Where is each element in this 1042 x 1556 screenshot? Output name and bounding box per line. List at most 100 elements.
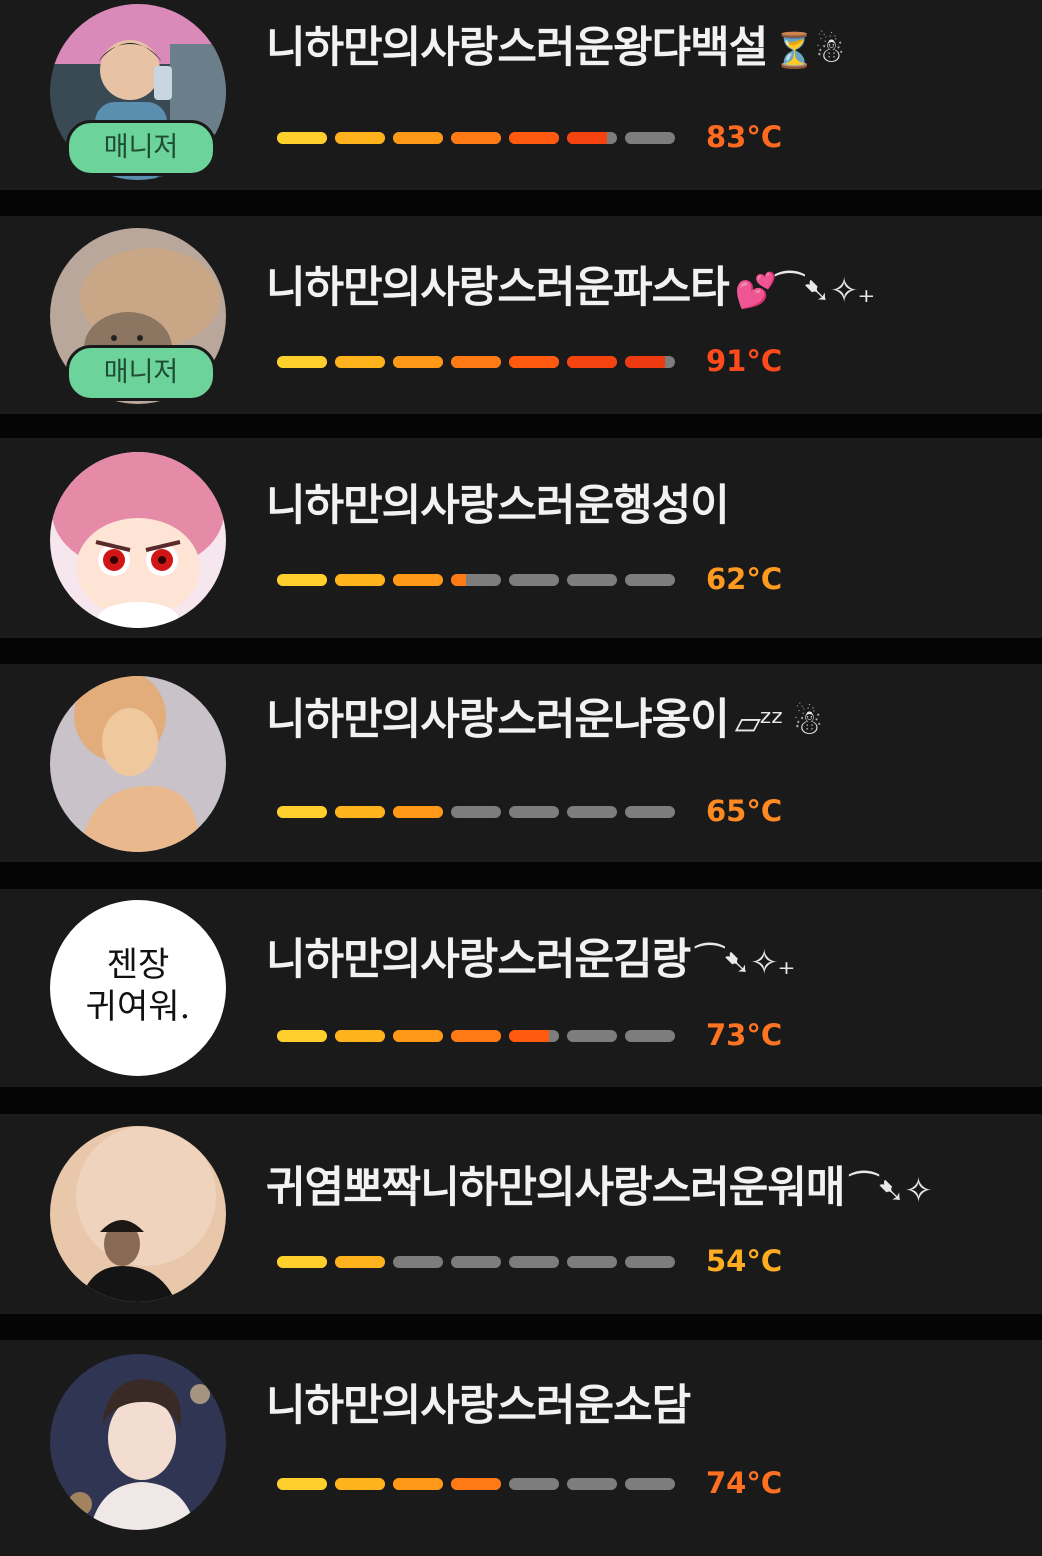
temperature-bar-segment <box>451 132 501 144</box>
temperature-bar-segment <box>277 1478 327 1490</box>
temperature-bar-segment <box>393 132 443 144</box>
temperature-bar-fill <box>277 574 327 586</box>
name-decoration: ⁀➷✧₊ <box>696 943 795 983</box>
avatar-image <box>50 452 226 628</box>
temperature-bar-segment <box>393 574 443 586</box>
temperature-bar-segment <box>509 574 559 586</box>
member-name-text: 니하만의사랑스러운왕댜백설 <box>266 23 768 73</box>
temperature-bar <box>277 806 677 818</box>
temperature-bar-fill <box>509 132 559 144</box>
member-name-text: 니하만의사랑스러운냐옹이 <box>266 695 730 745</box>
temperature-bar-fill <box>567 356 617 368</box>
avatar[interactable]: 젠장 귀여워. <box>50 900 226 1076</box>
name-decoration: ⏳☃ <box>773 31 845 71</box>
member-name[interactable]: 니하만의사랑스러운행성이 <box>266 476 730 536</box>
temperature-value: 62°C <box>706 562 783 596</box>
temperature-bar-segment <box>509 1478 559 1490</box>
temperature-bar-fill <box>393 1478 443 1490</box>
temperature-value: 74°C <box>706 1466 783 1500</box>
temperature-bar-fill <box>393 574 443 586</box>
avatar[interactable] <box>50 676 226 852</box>
temperature-bar-segment <box>625 356 675 368</box>
temperature-bar-segment <box>393 1478 443 1490</box>
temperature-bar-segment <box>393 1256 443 1268</box>
temperature-bar-fill <box>451 574 466 586</box>
temperature-bar-fill <box>277 356 327 368</box>
temperature-value: 73°C <box>706 1018 783 1052</box>
temperature-bar-fill <box>451 132 501 144</box>
member-name[interactable]: 니하만의사랑스러운파스타 💕⁀➷✧₊ <box>266 258 876 318</box>
temperature-bar-segment <box>277 574 327 586</box>
temperature-bar-fill <box>567 132 607 144</box>
member-list: 매니저 니하만의사랑스러운왕댜백설 ⏳☃ 83°C 매니저 니하만의사랑스러운파스타 💕⁀… <box>0 0 1042 1556</box>
temperature-bar-fill <box>393 1030 443 1042</box>
temperature-bar-fill <box>393 356 443 368</box>
temperature-bar <box>277 1256 677 1268</box>
temperature-value: 83°C <box>706 120 783 154</box>
temperature-bar-fill <box>335 574 385 586</box>
temperature-bar-segment <box>567 1478 617 1490</box>
temperature-bar-segment <box>277 1256 327 1268</box>
svg-text:귀여워.: 귀여워. <box>86 987 191 1027</box>
temperature-bar-fill <box>277 1478 327 1490</box>
temperature-bar-segment <box>451 1030 501 1042</box>
member-name[interactable]: 니하만의사랑스러운소담 <box>266 1376 691 1436</box>
member-name-text: 귀염뽀짝니하만의사랑스러운워매 <box>266 1163 845 1213</box>
temperature-bar-segment <box>277 356 327 368</box>
avatar[interactable] <box>50 452 226 628</box>
svg-text:젠장: 젠장 <box>107 945 170 985</box>
member-name-text: 니하만의사랑스러운행성이 <box>266 481 730 531</box>
avatar[interactable] <box>50 1126 226 1302</box>
temperature-bar-segment <box>335 806 385 818</box>
temperature-bar-fill <box>335 806 385 818</box>
avatar-image <box>50 1354 226 1530</box>
temperature-bar-segment <box>451 574 501 586</box>
temperature-bar-segment <box>567 132 617 144</box>
temperature-bar-fill <box>335 1478 385 1490</box>
member-name[interactable]: 니하만의사랑스러운냐옹이 ▱ᶻᶻ ☃ <box>266 690 823 750</box>
temperature-bar-segment <box>625 1256 675 1268</box>
temperature-bar-fill <box>625 356 665 368</box>
member-name[interactable]: 니하만의사랑스러운왕댜백설 ⏳☃ <box>266 18 845 78</box>
temperature-bar-segment <box>335 1478 385 1490</box>
temperature-bar-fill <box>451 356 501 368</box>
manager-badge: 매니저 <box>66 120 216 176</box>
temperature-bar-segment <box>393 1030 443 1042</box>
temperature-bar-fill <box>277 1256 327 1268</box>
temperature-bar <box>277 574 677 586</box>
temperature-bar-fill <box>451 1478 501 1490</box>
temperature-bar-fill <box>277 806 327 818</box>
temperature-bar-fill <box>451 1030 501 1042</box>
manager-badge: 매니저 <box>66 345 216 401</box>
temperature-bar-segment <box>625 806 675 818</box>
temperature-bar-segment <box>509 1256 559 1268</box>
temperature-bar-fill <box>393 806 443 818</box>
temperature-bar-segment <box>277 132 327 144</box>
temperature-bar-segment <box>509 356 559 368</box>
temperature-bar-segment <box>277 1030 327 1042</box>
temperature-bar-segment <box>567 806 617 818</box>
temperature-bar-fill <box>335 132 385 144</box>
temperature-bar <box>277 132 677 144</box>
temperature-bar-segment <box>335 1030 385 1042</box>
temperature-bar-segment <box>451 806 501 818</box>
temperature-bar-fill <box>277 132 327 144</box>
temperature-bar-segment <box>335 132 385 144</box>
avatar[interactable] <box>50 1354 226 1530</box>
temperature-bar-segment <box>567 356 617 368</box>
member-name[interactable]: 귀염뽀짝니하만의사랑스러운워매 ⁀➷✧ <box>266 1158 933 1218</box>
member-name[interactable]: 니하만의사랑스러운김랑 ⁀➷✧₊ <box>266 930 795 990</box>
temperature-bar-fill <box>509 356 559 368</box>
temperature-bar-segment <box>625 1478 675 1490</box>
name-decoration: 💕⁀➷✧₊ <box>734 271 876 311</box>
temperature-bar-fill <box>509 1030 549 1042</box>
member-name-text: 니하만의사랑스러운소담 <box>266 1381 691 1431</box>
temperature-bar-segment <box>567 1256 617 1268</box>
temperature-bar-segment <box>335 356 385 368</box>
temperature-bar-segment <box>335 574 385 586</box>
temperature-bar-segment <box>509 1030 559 1042</box>
temperature-bar <box>277 1478 677 1490</box>
temperature-bar-segment <box>393 356 443 368</box>
avatar-image: 젠장 귀여워. <box>50 900 226 1076</box>
temperature-bar-fill <box>335 356 385 368</box>
